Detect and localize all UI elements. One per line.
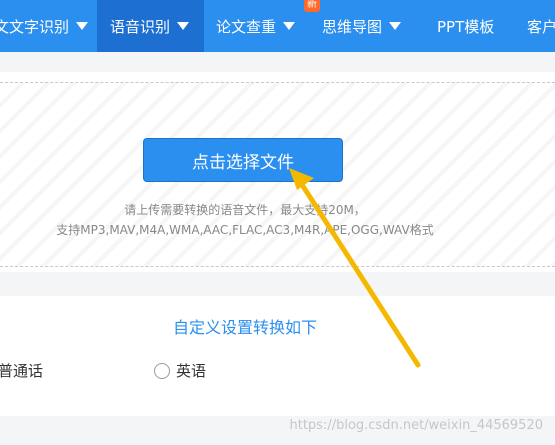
annotation-arrow-icon	[289, 168, 421, 368]
